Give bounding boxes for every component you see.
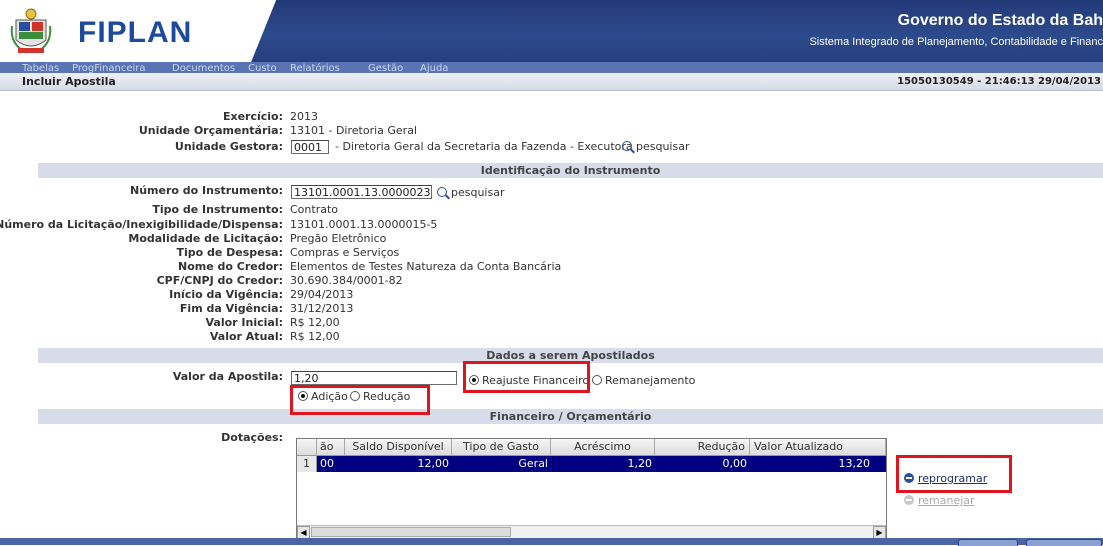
section-identificacao-title: Identificação do Instrumento: [480, 164, 661, 177]
grid-header: ão Saldo Disponível Tipo de Gasto Acrésc…: [297, 439, 886, 456]
magnifier-icon: [622, 141, 632, 151]
section-financeiro: Financeiro / Orçamentário: [38, 409, 1103, 424]
search-link-label: pesquisar: [636, 140, 690, 153]
tipo-instrumento-label: Tipo de Instrumento:: [152, 203, 283, 216]
unidade-orcamentaria-value: 13101 - Diretoria Geral: [290, 124, 417, 137]
valor-apostila-field[interactable]: 1,20: [291, 371, 457, 385]
option-remanejamento-label: Remanejamento: [605, 374, 696, 387]
government-subtitle: Sistema Integrado de Planejamento, Conta…: [809, 36, 1103, 48]
radio-unchecked-icon: [592, 375, 602, 385]
tipo-instrumento-value: Contrato: [290, 203, 339, 216]
grid-horizontal-scrollbar[interactable]: ◀ ▶: [297, 525, 886, 539]
instrumento-search-link[interactable]: pesquisar: [437, 186, 505, 199]
fim-vigencia-value: 31/12/2013: [290, 302, 354, 315]
highlight-adicao-reducao: [290, 385, 430, 415]
grid-corner: [297, 439, 317, 455]
grid-col-saldo[interactable]: Saldo Disponível: [345, 439, 452, 455]
fim-vigencia-label: Fim da Vigência:: [179, 302, 283, 315]
valor-inicial-value: R$ 12,00: [290, 316, 340, 329]
scroll-thumb[interactable]: [311, 527, 511, 537]
highlight-reprogramar: [896, 455, 1012, 493]
grid-col-acrescimo[interactable]: Acréscimo: [551, 439, 655, 455]
valor-atual-value: R$ 12,00: [290, 330, 340, 343]
minus-circle-icon: [904, 495, 914, 505]
valor-atual-label: Valor Atual:: [209, 330, 283, 343]
bottom-bar: [0, 538, 1103, 545]
government-title: Governo do Estado da Bah: [897, 12, 1103, 29]
cell-tipo-gasto: Geral: [518, 457, 548, 470]
fiplan-logo: FIPLAN: [78, 16, 193, 49]
search-link-label: pesquisar: [451, 186, 505, 199]
page-titlebar: Incluir Apostila 15050130549 - 21:46:13 …: [0, 73, 1103, 91]
numero-licitacao-label: Número da Licitação/Inexigibilidade/Disp…: [0, 218, 283, 231]
valor-inicial-label: Valor Inicial:: [205, 316, 284, 329]
grid-col-valor-atualizado[interactable]: Valor Atualizado: [750, 439, 886, 455]
unidade-gestora-label: Unidade Gestora:: [174, 140, 283, 153]
section-financeiro-title: Financeiro / Orçamentário: [489, 410, 652, 423]
unidade-gestora-field[interactable]: 0001: [291, 140, 329, 154]
inicio-vigencia-label: Início da Vigência:: [169, 288, 283, 301]
dotacoes-grid[interactable]: ão Saldo Disponível Tipo de Gasto Acrésc…: [296, 438, 887, 540]
remanejar-link[interactable]: remanejar: [904, 494, 975, 507]
cell-reducao: 0,00: [722, 457, 748, 470]
magnifier-icon: [437, 187, 447, 197]
grid-row-number: 1: [297, 456, 317, 472]
tipo-despesa-value: Compras e Serviços: [290, 246, 400, 259]
cell-dotacao: 00: [320, 457, 334, 470]
cpf-cnpj-value: 30.690.384/0001-82: [290, 274, 403, 287]
unidade-orcamentaria-label: Unidade Orçamentária:: [138, 124, 283, 137]
modalidade-licitacao-label: Modalidade de Licitação:: [128, 232, 283, 245]
grid-col-tipo-gasto[interactable]: Tipo de Gasto: [452, 439, 551, 455]
grid-col-dotacao[interactable]: ão: [317, 439, 345, 455]
highlight-reajuste: [463, 361, 590, 393]
section-identificacao: Identificação do Instrumento: [38, 163, 1103, 178]
remanejar-label: remanejar: [918, 494, 975, 507]
numero-instrumento-label: Número do Instrumento:: [130, 184, 283, 197]
modalidade-licitacao-value: Pregão Eletrônico: [290, 232, 387, 245]
numero-instrumento-field[interactable]: 13101.0001.13.0000023-2: [291, 185, 432, 199]
tipo-despesa-label: Tipo de Despesa:: [176, 246, 283, 259]
inicio-vigencia-value: 29/04/2013: [290, 288, 354, 301]
dotacoes-label: Dotações:: [221, 431, 283, 444]
nome-credor-label: Nome do Credor:: [178, 260, 283, 273]
unidade-gestora-desc: - Diretoria Geral da Secretaria da Fazen…: [335, 140, 633, 153]
grid-col-reducao[interactable]: Redução: [655, 439, 750, 455]
numero-licitacao-value: 13101.0001.13.0000015-5: [290, 218, 438, 231]
table-row[interactable]: 00 12,00 Geral 1,20 0,00 13,20: [317, 456, 886, 472]
session-timestamp: 15050130549 - 21:46:13 29/04/2013: [897, 76, 1101, 87]
option-remanejamento[interactable]: Remanejamento: [592, 374, 695, 387]
nome-credor-value: Elementos de Testes Natureza da Conta Ba…: [290, 260, 562, 273]
cell-valor-atualizado: 13,20: [838, 457, 871, 470]
cpf-cnpj-label: CPF/CNPJ do Credor:: [156, 274, 283, 287]
unidade-gestora-search-link[interactable]: pesquisar: [622, 140, 690, 153]
page-title: Incluir Apostila: [22, 75, 116, 88]
exercicio-label: Exercício:: [222, 110, 283, 123]
coat-of-arms-icon: [10, 8, 52, 53]
cell-saldo: 12,00: [417, 457, 450, 470]
valor-apostila-label: Valor da Apostila:: [172, 370, 283, 383]
cell-acrescimo: 1,20: [627, 457, 653, 470]
exercicio-value: 2013: [290, 110, 318, 123]
